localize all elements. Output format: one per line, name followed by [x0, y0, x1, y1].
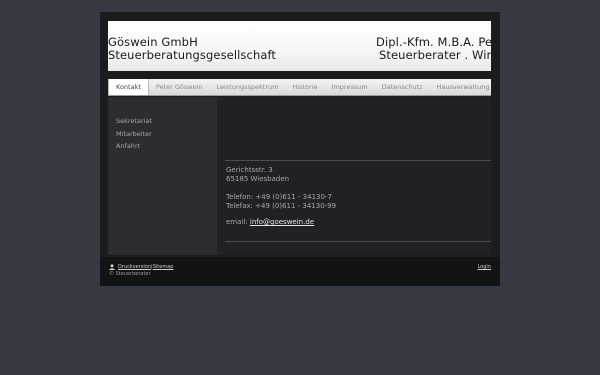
- nav-item-hausverwaltung[interactable]: Hausverwaltung: [430, 79, 497, 95]
- divider-top: [225, 160, 491, 161]
- nav-item-datenschutz[interactable]: Datenschutz: [375, 79, 430, 95]
- nav-item-peter-goeswein[interactable]: Peter Göswein: [149, 79, 210, 95]
- email-line: email: info@goeswein.de: [226, 218, 314, 226]
- user-icon: [109, 264, 115, 270]
- fax-number: Telefax: +49 (0)611 - 34130-99: [226, 202, 337, 210]
- sidebar-item-sekretariat[interactable]: Sekretariat: [116, 115, 217, 128]
- footer-links: Druckversion | Sitemap: [109, 264, 173, 270]
- copyright-text: © Steuerberater: [109, 271, 151, 277]
- address-street: Gerichtsstr. 3: [226, 166, 273, 174]
- owner-name: Dipl.-Kfm. M.B.A. Peter: [376, 35, 491, 49]
- sidebar: Sekretariat Mitarbeiter Anfahrt: [108, 97, 217, 255]
- page-container: Göswein GmbH Steuerberatungsgesellschaft…: [100, 12, 500, 286]
- company-name: Göswein GmbH: [108, 35, 198, 49]
- nav-item-historie[interactable]: Historie: [285, 79, 324, 95]
- sidebar-item-mitarbeiter[interactable]: Mitarbeiter: [116, 128, 217, 141]
- nav-item-impressum[interactable]: Impressum: [325, 79, 375, 95]
- main-content: Gerichtsstr. 3 65185 Wiesbaden Telefon: …: [217, 97, 491, 255]
- email-link[interactable]: info@goeswein.de: [250, 218, 314, 226]
- main-navigation: Kontakt Peter Göswein Leistungsspektrum …: [108, 79, 491, 96]
- email-label: email:: [226, 218, 250, 226]
- nav-item-kontakt[interactable]: Kontakt: [108, 79, 149, 95]
- nav-item-leistungsspektrum[interactable]: Leistungsspektrum: [210, 79, 286, 95]
- sitemap-link[interactable]: Sitemap: [153, 264, 174, 270]
- site-footer: Druckversion | Sitemap © Steuerberater L…: [100, 257, 500, 286]
- phone-number: Telefon: +49 (0)611 - 34130-7: [226, 193, 332, 201]
- print-version-link[interactable]: Druckversion: [118, 264, 151, 270]
- divider-bottom: [225, 241, 491, 242]
- address-city: 65185 Wiesbaden: [226, 175, 290, 183]
- company-type: Steuerberatungsgesellschaft: [108, 48, 277, 62]
- site-header: Göswein GmbH Steuerberatungsgesellschaft…: [108, 21, 491, 71]
- login-link[interactable]: Login: [478, 264, 492, 270]
- sidebar-item-anfahrt[interactable]: Anfahrt: [116, 140, 217, 153]
- owner-title: Steuerberater . Wirtsch: [379, 48, 491, 62]
